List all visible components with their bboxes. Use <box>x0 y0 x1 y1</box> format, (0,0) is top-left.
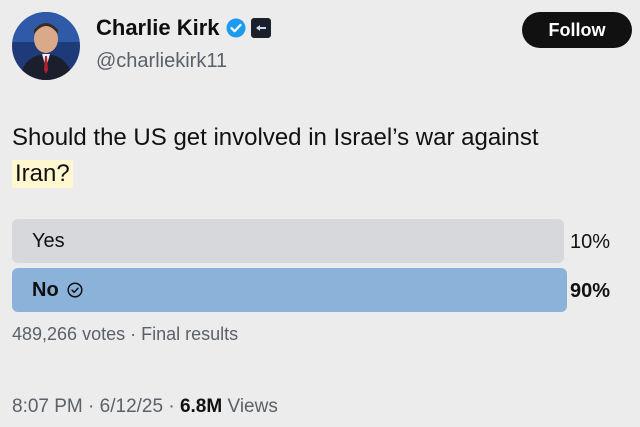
views-count: 6.8M <box>179 396 223 417</box>
author-name[interactable]: Charlie Kirk <box>96 15 220 41</box>
poll-meta: 489,266 votes · Final results <box>12 324 238 345</box>
tweet-question: Should the US get involved in Israel’s w… <box>12 124 539 151</box>
follow-button[interactable]: Follow <box>522 12 632 48</box>
vote-count: 489,266 votes <box>12 324 126 344</box>
author-row: Charlie Kirk <box>96 15 271 41</box>
poll-option-label: No <box>32 278 59 301</box>
tweet-question-highlight: Iran? <box>12 160 73 188</box>
poll-option-percent: 90% <box>569 280 610 302</box>
verified-badge-icon <box>226 18 245 38</box>
poll-status: Final results <box>141 324 239 344</box>
poll-option-label: Yes <box>32 229 65 252</box>
tweet-timestamp: 8:07 PM · 6/12/25 · 6.8M Views <box>12 396 278 418</box>
tweet-date[interactable]: 6/12/25 <box>100 396 163 417</box>
check-circle-icon <box>67 282 83 298</box>
separator-dot: · <box>130 324 142 344</box>
affiliation-badge-icon[interactable] <box>250 18 271 38</box>
poll-option-yes: Yes <box>12 219 564 263</box>
poll-option-percent: 10% <box>569 231 610 253</box>
author-handle[interactable]: @charliekirk11 <box>96 50 227 73</box>
separator-dot: · <box>88 396 100 417</box>
views-label: Views <box>227 396 278 417</box>
tweet-text: Should the US get involved in Israel’s w… <box>12 120 612 192</box>
poll-option-no: No <box>12 268 567 312</box>
separator-dot: · <box>168 396 180 417</box>
avatar[interactable] <box>12 12 80 80</box>
tweet-time[interactable]: 8:07 PM <box>12 396 83 417</box>
